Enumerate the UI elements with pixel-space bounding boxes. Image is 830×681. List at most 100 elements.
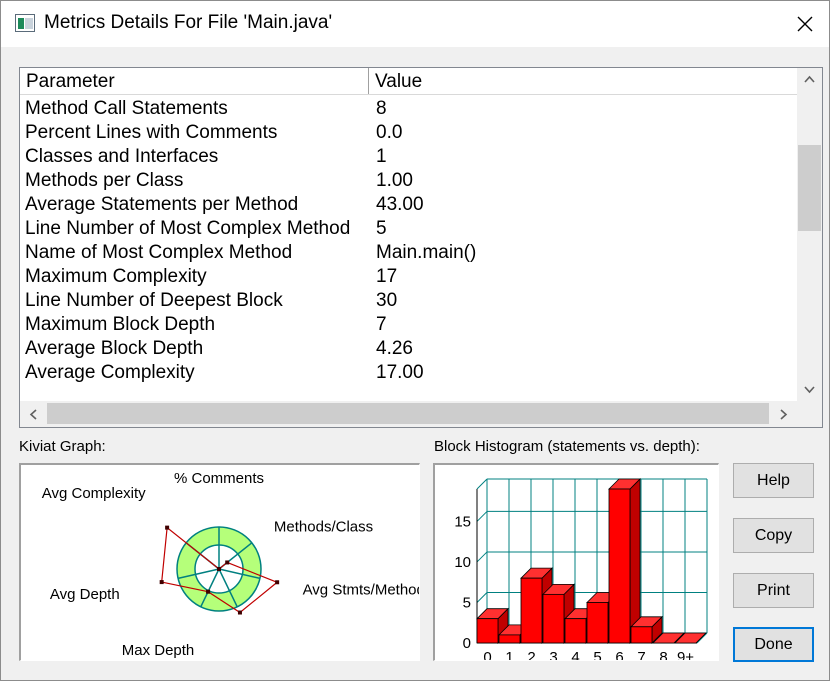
histogram-x-tick-label: 8 — [659, 649, 667, 660]
histogram-y-tick-label: 5 — [463, 594, 471, 611]
scroll-down-icon — [804, 386, 815, 394]
histogram-bar — [542, 593, 565, 644]
scroll-up-button[interactable] — [797, 68, 822, 90]
value-cell: 17 — [376, 266, 398, 287]
histogram-bar — [608, 488, 631, 644]
kiviat-panel: % Comments Methods/Class Avg Stmts/Method M… — [19, 463, 425, 679]
kiviat-point — [165, 525, 170, 530]
value-cell: 7 — [376, 314, 387, 335]
horizontal-scrollbar[interactable] — [20, 401, 797, 427]
horizontal-scroll-thumb[interactable] — [47, 403, 769, 424]
close-icon — [797, 16, 813, 32]
histogram-bar — [630, 626, 653, 644]
histogram-x-tick-label: 2 — [527, 649, 535, 660]
table-row[interactable]: Methods per Class 1.00 — [20, 169, 797, 193]
block-histogram: 0 5 10 15 0 1 2 3 4 5 6 7 8 9+ — [454, 478, 708, 666]
table-row[interactable]: Line Number of Deepest Block 30 — [20, 289, 797, 313]
table-row[interactable]: Name of Most Complex Method Main.main() — [20, 241, 797, 265]
vertical-scrollbar[interactable] — [797, 68, 822, 401]
metrics-dialog: Metrics Details For File 'Main.java' Par… — [0, 0, 830, 681]
app-icon — [15, 14, 35, 32]
value-cell: 0.0 — [376, 122, 403, 143]
table-row[interactable]: Line Number of Most Complex Method 5 — [20, 217, 797, 241]
histogram-bar — [476, 618, 499, 644]
kiviat-axis-label: Avg Stmts/Method — [303, 581, 419, 598]
parameter-cell: Line Number of Deepest Block — [25, 290, 283, 311]
parameter-cell: Classes and Interfaces — [25, 146, 219, 167]
histogram-gridline — [476, 511, 488, 522]
value-cell: 30 — [376, 290, 398, 311]
help-button[interactable]: Help — [733, 463, 814, 498]
table-row[interactable]: Method Call Statements 8 — [20, 97, 797, 121]
kiviat-axis-label: Methods/Class — [274, 519, 373, 536]
histogram-gridline — [476, 551, 488, 563]
table-row[interactable]: Average Block Depth 4.26 — [20, 337, 797, 361]
histogram-x-tick-label: 9+ — [677, 649, 694, 660]
value-cell: 1.00 — [376, 170, 413, 191]
scroll-right-button[interactable] — [771, 401, 797, 427]
parameter-cell: Average Complexity — [25, 362, 195, 383]
title-bar: Metrics Details For File 'Main.java' — [1, 1, 829, 47]
histogram-y-tick-label: 10 — [454, 554, 471, 571]
table-row[interactable]: Maximum Complexity 17 — [20, 265, 797, 289]
vertical-scroll-thumb[interactable] — [798, 145, 821, 231]
histogram-bar-side — [629, 478, 641, 644]
histogram-gridline — [476, 478, 488, 490]
value-cell: 17.00 — [376, 362, 424, 383]
print-button[interactable]: Print — [733, 573, 814, 608]
kiviat-point — [159, 580, 164, 585]
column-header-parameter[interactable]: Parameter — [20, 68, 369, 94]
scroll-down-button[interactable] — [797, 379, 822, 401]
histogram-x-tick-label: 4 — [571, 649, 579, 660]
copy-button[interactable]: Copy — [733, 518, 814, 553]
histogram-x-tick-label: 7 — [637, 649, 645, 660]
parameter-cell: Methods per Class — [25, 170, 184, 191]
window-title: Metrics Details For File 'Main.java' — [44, 12, 333, 33]
kiviat-point — [217, 567, 221, 571]
histogram-bar — [520, 577, 543, 644]
parameter-cell: Average Block Depth — [25, 338, 204, 359]
column-header-value[interactable]: Value — [369, 68, 797, 94]
histogram-panel: 0 5 10 15 0 1 2 3 4 5 6 7 8 9+ — [433, 463, 719, 666]
kiviat-label: Kiviat Graph: — [19, 438, 106, 455]
table-row[interactable]: Classes and Interfaces 1 — [20, 145, 797, 169]
value-cell: 5 — [376, 218, 387, 239]
table-row[interactable]: Maximum Block Depth 7 — [20, 313, 797, 337]
value-cell: 1 — [376, 146, 387, 167]
parameter-cell: Method Call Statements — [25, 98, 228, 119]
close-button[interactable] — [789, 9, 821, 39]
kiviat-axis-label: Avg Depth — [50, 586, 120, 603]
kiviat-point — [275, 580, 280, 585]
kiviat-graph: % Comments Methods/Class Avg Stmts/Method M… — [42, 470, 425, 679]
table-row[interactable]: Percent Lines with Comments 0.0 — [20, 121, 797, 145]
scroll-left-button[interactable] — [20, 401, 46, 427]
histogram-x-tick-label: 0 — [483, 649, 491, 660]
grid-header: Parameter Value — [20, 68, 797, 95]
histogram-bar — [498, 634, 521, 644]
kiviat-axis-label: Avg Complexity — [42, 485, 146, 502]
histogram-bar — [564, 618, 587, 644]
value-cell: 4.26 — [376, 338, 413, 359]
metrics-grid[interactable]: Parameter Value Method Call Statements 8 P… — [19, 67, 823, 428]
histogram-label: Block Histogram (statements vs. depth): — [434, 438, 700, 455]
parameter-cell: Name of Most Complex Method — [25, 242, 293, 263]
parameter-cell: Average Statements per Method — [25, 194, 299, 215]
histogram-x-tick-label: 5 — [593, 649, 601, 660]
table-row[interactable]: Average Statements per Method 43.00 — [20, 193, 797, 217]
histogram-x-tick-label: 1 — [505, 649, 513, 660]
value-cell: Main.main() — [376, 242, 477, 263]
done-button[interactable]: Done — [733, 627, 814, 662]
kiviat-point — [237, 610, 242, 615]
histogram-y-tick-label: 0 — [463, 635, 471, 652]
parameter-cell: Line Number of Most Complex Method — [25, 218, 351, 239]
kiviat-point — [225, 560, 230, 565]
kiviat-axis-label: % Comments — [174, 470, 264, 487]
histogram-x-tick-label: 3 — [549, 649, 557, 660]
kiviat-axis-label: Max Depth — [122, 642, 195, 659]
histogram-x-tick-label: 6 — [615, 649, 623, 660]
table-row[interactable]: Average Complexity 17.00 — [20, 361, 797, 385]
value-cell: 43.00 — [376, 194, 424, 215]
parameter-cell: Maximum Complexity — [25, 266, 207, 287]
parameter-cell: Maximum Block Depth — [25, 314, 216, 335]
scrollbar-corner — [797, 401, 822, 427]
